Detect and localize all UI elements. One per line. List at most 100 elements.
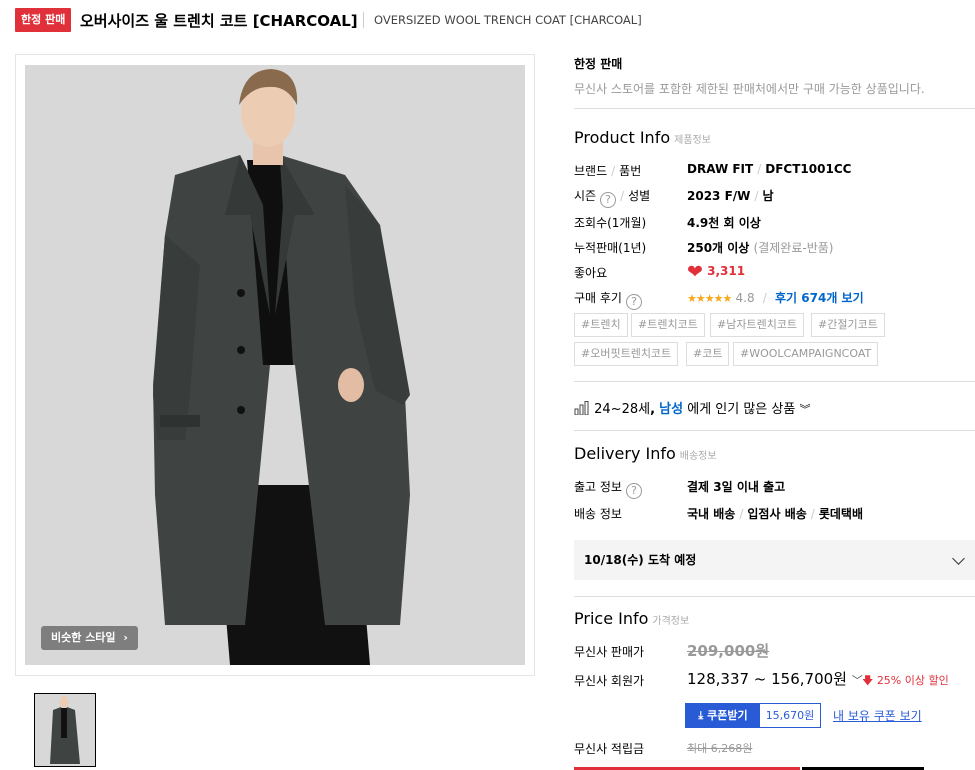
- popular-row[interactable]: 24~28세, 남성 에게 인기 많은 상품 ︾: [574, 398, 810, 419]
- popular-suffix: 에게 인기 많은 상품: [687, 402, 796, 417]
- ship-label: 출고 정보?: [574, 478, 642, 499]
- divider: [574, 108, 975, 109]
- slash: /: [611, 164, 616, 178]
- review-label: 구매 후기?: [574, 289, 642, 310]
- chevron-down-icon: [952, 552, 965, 565]
- product-code: DFCT1001CC: [765, 162, 852, 176]
- bar-chart-icon: [574, 401, 590, 419]
- tag-item[interactable]: #코트: [686, 342, 730, 366]
- method-label: 배송 정보: [574, 507, 622, 521]
- limited-badge: 한정 판매: [15, 8, 72, 32]
- chevron-right-icon: ›: [123, 631, 128, 644]
- tag-item[interactable]: #간절기코트: [811, 313, 885, 337]
- delivery-info-heading: Delivery Info: [574, 444, 676, 463]
- help-icon[interactable]: ?: [625, 483, 642, 499]
- sale-price-label: 무신사 판매가: [574, 645, 645, 659]
- sale-price-value: 209,000원: [687, 642, 770, 660]
- method-c: 롯데택배: [818, 507, 863, 521]
- gender-label-text: 성별: [628, 189, 651, 203]
- similar-style-label: 비슷한 스타일: [51, 631, 116, 644]
- help-icon[interactable]: ?: [625, 294, 642, 310]
- main-product-image[interactable]: [25, 65, 525, 665]
- likes-value[interactable]: ❤ 3,311: [687, 261, 745, 283]
- ship-value: 결제 3일 이내 출고: [687, 480, 786, 494]
- star-rating-icon: ★★★★★: [687, 292, 732, 305]
- divider: [574, 430, 975, 431]
- method-value: 국내 배송 / 입점사 배송 / 롯데택배: [687, 505, 863, 522]
- sales-note: (결제완료-반품): [753, 241, 834, 255]
- method-b: 입점사 배송: [747, 507, 807, 521]
- review-link[interactable]: 후기 674개 보기: [775, 291, 864, 305]
- brand-label: 브랜드 / 품번: [574, 162, 641, 179]
- sales-label: 누적판매(1년): [574, 241, 647, 255]
- price-info-sub: 가격정보: [652, 616, 690, 627]
- likes-count: 3,311: [707, 264, 746, 278]
- slash: /: [762, 291, 767, 305]
- member-price-value: 128,337 ~ 156,700원 ﹀: [687, 668, 863, 689]
- tag-item[interactable]: #남자트렌치코트: [710, 313, 805, 337]
- arrival-text: 10/18(수) 도착 예정: [584, 553, 697, 567]
- sales-value-text: 250개 이상: [687, 241, 750, 255]
- help-icon[interactable]: ?: [600, 192, 617, 208]
- limited-description: 무신사 스토어를 포함한 제한된 판매처에서만 구매 가능한 상품입니다.: [574, 82, 925, 96]
- brand-link[interactable]: DRAW FIT: [687, 162, 753, 176]
- price-info-title: Price Info 가격정보: [574, 609, 689, 628]
- product-title-en: OVERSIZED WOOL TRENCH COAT [CHARCOAL]: [374, 13, 642, 27]
- tag-item[interactable]: #트렌치: [574, 313, 628, 337]
- season-value-text: 2023 F/W: [687, 189, 751, 203]
- download-icon: ⤓: [698, 709, 704, 722]
- thumbnail-image[interactable]: [34, 693, 96, 767]
- delivery-info-title: Delivery Info 배송정보: [574, 444, 717, 463]
- slash: /: [754, 189, 759, 203]
- product-title: 오버사이즈 울 트렌치 코트 [CHARCOAL]: [80, 12, 358, 30]
- ship-label-text: 출고 정보: [574, 480, 622, 494]
- popular-gender: 남성: [659, 402, 684, 417]
- limited-title: 한정 판매: [574, 57, 623, 71]
- product-info-title: Product Info 제품정보: [574, 128, 711, 147]
- season-label: 시즌? / 성별: [574, 187, 650, 208]
- review-value: ★★★★★ 4.8 / 후기 674개 보기: [687, 289, 864, 306]
- season-value: 2023 F/W / 남: [687, 187, 774, 204]
- tag-item[interactable]: #트렌치코트: [631, 313, 705, 337]
- popular-sep: ,: [650, 402, 656, 417]
- rating-value: 4.8: [735, 291, 755, 305]
- slash: /: [620, 189, 625, 203]
- coupon-amount: 15,670원: [765, 709, 815, 722]
- sales-value: 250개 이상 (결제완료-반품): [687, 239, 833, 256]
- heart-icon[interactable]: ❤: [687, 261, 703, 283]
- gender-value-text: 남: [762, 189, 774, 203]
- views-value: 4.9천 회 이상: [687, 216, 761, 230]
- coupon-download[interactable]: ⤓ 쿠폰받기: [686, 704, 760, 727]
- tag-item[interactable]: #오버핏트렌치코트: [574, 342, 679, 366]
- likes-label: 좋아요: [574, 266, 608, 280]
- delivery-info-sub: 배송정보: [679, 451, 717, 462]
- product-info-sub: 제품정보: [674, 135, 711, 146]
- brand-value: DRAW FIT / DFCT1001CC: [687, 162, 851, 176]
- review-label-text: 구매 후기: [574, 291, 622, 305]
- member-price-label: 무신사 회원가: [574, 674, 645, 688]
- popular-age: 24~28세: [594, 402, 651, 417]
- slash: /: [757, 162, 762, 176]
- discount-badge: 🡇 25% 이상 할인: [862, 672, 949, 691]
- my-coupon-link[interactable]: 내 보유 쿠폰 보기: [833, 707, 922, 724]
- divider: [574, 596, 975, 597]
- brand-label-b: 품번: [619, 164, 642, 178]
- arrival-dropdown[interactable]: 10/18(수) 도착 예정: [574, 540, 975, 580]
- coupon-label: 쿠폰받기: [707, 709, 748, 722]
- points-label: 무신사 적립금: [574, 742, 645, 756]
- product-info-heading: Product Info: [574, 128, 671, 147]
- price-info-heading: Price Info: [574, 609, 649, 628]
- tag-item[interactable]: #WOOLCAMPAIGNCOAT: [733, 342, 879, 366]
- slash: /: [739, 507, 744, 521]
- slash: /: [810, 507, 815, 521]
- similar-style-button[interactable]: 비슷한 스타일 ›: [41, 626, 138, 650]
- arrow-down-icon: 🡇: [862, 674, 874, 687]
- divider: [574, 381, 975, 382]
- method-a: 국내 배송: [687, 507, 736, 521]
- discount-text: 25% 이상 할인: [876, 674, 949, 687]
- chevron-double-down-icon: ︾: [799, 403, 811, 416]
- season-label-text: 시즌: [574, 189, 597, 203]
- coupon-button[interactable]: ⤓ 쿠폰받기 15,670원: [685, 703, 821, 728]
- member-price-text: 128,337 ~ 156,700원: [687, 670, 847, 688]
- brand-label-a: 브랜드: [574, 164, 608, 178]
